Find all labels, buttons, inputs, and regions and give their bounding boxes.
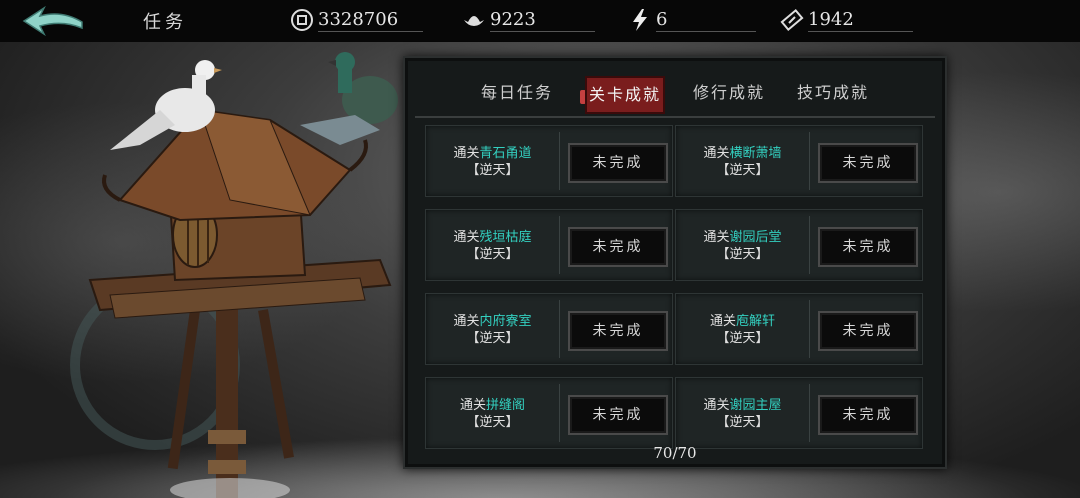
tab-bar: 每日任务 关卡成就 修行成就 技巧成就 <box>405 76 945 114</box>
achievement-label: 通关谢园后堂 【逆天】 <box>703 230 782 262</box>
status-button[interactable]: 未完成 <box>568 395 668 435</box>
achievement-item: 通关内府寮室 【逆天】 未完成 <box>425 293 673 365</box>
coin-counter: 3328706 <box>290 6 425 34</box>
stamina-value: 6 <box>656 9 668 30</box>
achievement-label: 通关横断萧墙 【逆天】 <box>703 146 782 178</box>
status-button[interactable]: 未完成 <box>818 227 918 267</box>
back-button[interactable] <box>22 5 88 37</box>
ticket-icon <box>780 8 804 32</box>
achievement-label: 通关内府寮室 【逆天】 <box>453 314 532 346</box>
task-panel: 每日任务 关卡成就 修行成就 技巧成就 通关青石甬道 【逆天】 未完成 通关横断萧… <box>403 56 947 469</box>
silver-ingot-icon <box>464 16 484 26</box>
tab-stage-achievements[interactable]: 关卡成就 <box>585 76 665 114</box>
achievement-label: 通关庖解轩 【逆天】 <box>709 314 776 346</box>
lightning-icon <box>633 9 647 31</box>
back-arrow-icon <box>22 5 83 37</box>
pigeon-house-scene <box>88 52 398 498</box>
tab-daily-tasks[interactable]: 每日任务 <box>477 76 557 110</box>
achievement-item: 通关青石甬道 【逆天】 未完成 <box>425 125 673 197</box>
tab-skill-achievements[interactable]: 技巧成就 <box>793 76 873 110</box>
stamina-counter: 6 <box>628 6 763 34</box>
status-button[interactable]: 未完成 <box>818 311 918 351</box>
status-button[interactable]: 未完成 <box>818 395 918 435</box>
achievement-label: 通关拼缝阁 【逆天】 <box>459 398 526 430</box>
achievement-label: 通关谢园主屋 【逆天】 <box>703 398 782 430</box>
achievement-item: 通关残垣枯庭 【逆天】 未完成 <box>425 209 673 281</box>
coin-value: 3328706 <box>318 9 399 30</box>
page-title: 任务 <box>143 12 187 33</box>
achievement-item: 通关拼缝阁 【逆天】 未完成 <box>425 377 673 449</box>
achievement-item: 通关谢园后堂 【逆天】 未完成 <box>675 209 923 281</box>
ticket-value: 1942 <box>808 9 854 30</box>
status-button[interactable]: 未完成 <box>568 143 668 183</box>
top-bar: 任务 3328706 9223 6 1942 <box>0 0 1080 42</box>
coin-icon <box>291 9 313 31</box>
ticket-counter: 1942 <box>780 6 915 34</box>
silver-value: 9223 <box>490 9 536 30</box>
achievement-item: 通关谢园主屋 【逆天】 未完成 <box>675 377 923 449</box>
silver-counter: 9223 <box>462 6 597 34</box>
status-button[interactable]: 未完成 <box>818 143 918 183</box>
achievement-label: 通关青石甬道 【逆天】 <box>453 146 532 178</box>
tab-cultivation-achievements[interactable]: 修行成就 <box>689 76 769 110</box>
achievement-item: 通关庖解轩 【逆天】 未完成 <box>675 293 923 365</box>
achievement-label: 通关残垣枯庭 【逆天】 <box>453 230 532 262</box>
status-button[interactable]: 未完成 <box>568 311 668 351</box>
progress-counter: 70/70 <box>653 444 697 462</box>
tab-divider <box>415 116 935 118</box>
status-button[interactable]: 未完成 <box>568 227 668 267</box>
achievement-item: 通关横断萧墙 【逆天】 未完成 <box>675 125 923 197</box>
